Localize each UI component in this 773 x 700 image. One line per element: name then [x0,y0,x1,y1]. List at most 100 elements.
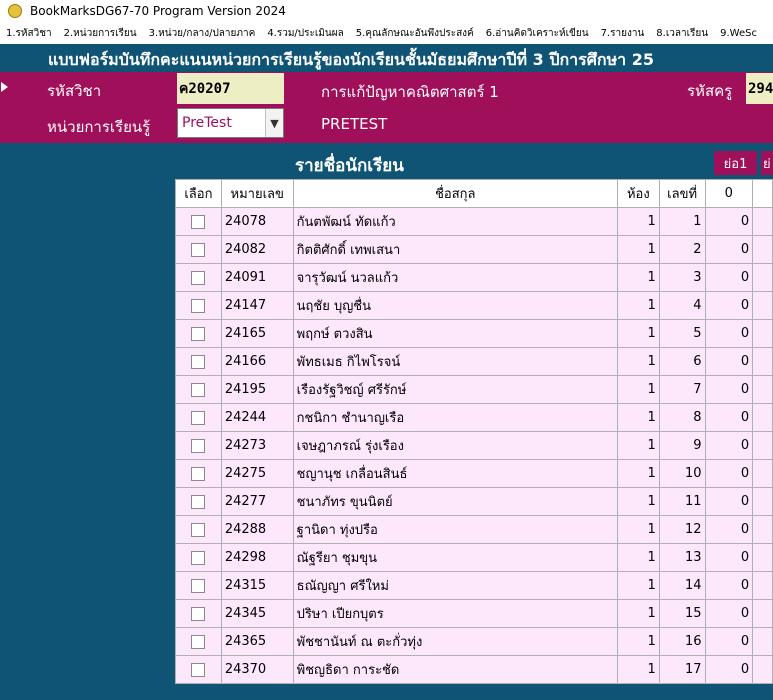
table-row: 24273 เจษฎาภรณ์ รุ่งเรือง 1 9 0 [175,431,773,460]
menu-item-reading-thinking-writing[interactable]: 6.อ่านคิดวิเคราะห์เขียน [486,26,589,41]
menu-item-unit-mid-final[interactable]: 3.หน่วย/กลาง/ปลายภาค [149,26,256,41]
row-checkbox[interactable] [191,438,206,453]
extra-cell[interactable] [752,291,773,320]
extra-cell[interactable] [752,403,773,432]
menu-item-attendance[interactable]: 8.เวลาเรียน [656,26,708,41]
room-cell: 1 [616,627,660,656]
teacher-code-field[interactable]: 294 [746,73,773,104]
row-select-cell[interactable] [175,207,222,236]
score-cell[interactable]: 0 [704,543,754,572]
row-select-cell[interactable] [175,263,222,292]
window-title: BookMarksDG67-70 Program Version 2024 [30,4,286,18]
score-cell[interactable]: 0 [704,487,754,516]
extra-cell[interactable] [752,319,773,348]
extra-cell[interactable] [752,571,773,600]
row-checkbox[interactable] [191,354,206,369]
student-name-cell: ชนาภัทร ขุนนิตย์ [292,487,618,516]
score-cell[interactable]: 0 [704,235,754,264]
row-checkbox[interactable] [191,578,206,593]
row-select-cell[interactable] [175,235,222,264]
menu-item-wesc[interactable]: 9.WeSc [720,28,757,39]
extra-cell[interactable] [752,235,773,264]
shrink1-button[interactable]: ย่อ1 [714,151,757,175]
row-checkbox[interactable] [191,522,206,537]
row-select-cell[interactable] [175,403,222,432]
extra-cell[interactable] [752,459,773,488]
table-header-row: เลือก หมายเลข ชื่อสกุล ห้อง เลขที่ 0 [175,179,773,208]
menu-item-summary-evaluation[interactable]: 4.รวม/ประเมินผล [267,26,343,41]
score-cell[interactable]: 0 [704,571,754,600]
row-checkbox[interactable] [191,382,206,397]
extra-cell[interactable] [752,347,773,376]
row-select-cell[interactable] [175,347,222,376]
extra-cell[interactable] [752,207,773,236]
score-cell[interactable]: 0 [704,403,754,432]
score-cell[interactable]: 0 [704,291,754,320]
menu-item-report[interactable]: 7.รายงาน [601,26,645,41]
row-select-cell[interactable] [175,487,222,516]
row-select-cell[interactable] [175,543,222,572]
extra-cell[interactable] [752,263,773,292]
row-checkbox[interactable] [191,494,206,509]
row-select-cell[interactable] [175,599,222,628]
row-checkbox[interactable] [191,634,206,649]
row-checkbox[interactable] [191,214,206,229]
extra-cell[interactable] [752,375,773,404]
row-select-cell[interactable] [175,319,222,348]
table-row: 24345 ปริษา เปียกบุตร 1 15 0 [175,599,773,628]
student-id-cell: 24370 [220,655,294,684]
student-name-cell: จารุวัฒน์ นวลแก้ว [292,263,618,292]
room-cell: 1 [616,403,660,432]
score-cell[interactable]: 0 [704,627,754,656]
student-name-cell: นฤชัย บุญชื่น [292,291,618,320]
row-select-cell[interactable] [175,515,222,544]
row-select-cell[interactable] [175,571,222,600]
row-select-cell[interactable] [175,375,222,404]
row-checkbox[interactable] [191,270,206,285]
score-cell[interactable]: 0 [704,263,754,292]
extra-cell[interactable] [752,627,773,656]
learning-unit-label: หน่วยการเรียนรู้ [47,118,151,136]
row-select-cell[interactable] [175,655,222,684]
score-cell[interactable]: 0 [704,431,754,460]
row-select-cell[interactable] [175,291,222,320]
row-checkbox[interactable] [191,550,206,565]
score-cell[interactable]: 0 [704,459,754,488]
row-checkbox[interactable] [191,242,206,257]
score-cell[interactable]: 0 [704,599,754,628]
extra-cell[interactable] [752,543,773,572]
row-checkbox[interactable] [191,410,206,425]
row-checkbox[interactable] [191,298,206,313]
row-select-cell[interactable] [175,459,222,488]
room-cell: 1 [616,235,660,264]
subject-code-field[interactable]: ค20207 [177,73,284,104]
chevron-down-icon[interactable]: ▼ [265,109,283,137]
extra-cell[interactable] [752,487,773,516]
score-cell[interactable]: 0 [704,319,754,348]
menu-item-desired-characteristics[interactable]: 5.คุณลักษณะอันพึงประสงค์ [356,26,474,41]
unit-name-text: PRETEST [321,115,388,133]
score-cell[interactable]: 0 [704,655,754,684]
number-cell: 17 [658,655,706,684]
row-select-cell[interactable] [175,431,222,460]
row-checkbox[interactable] [191,606,206,621]
room-cell: 1 [616,571,660,600]
row-checkbox[interactable] [191,326,206,341]
score-cell[interactable]: 0 [704,207,754,236]
student-name-cell: พัชชานันท์ ณ ตะกั่วทุ่ง [292,627,618,656]
extra-cell[interactable] [752,599,773,628]
extra-cell[interactable] [752,515,773,544]
shrink2-button[interactable]: ย่ [761,151,773,175]
score-cell[interactable]: 0 [704,375,754,404]
score-cell[interactable]: 0 [704,347,754,376]
extra-cell[interactable] [752,655,773,684]
menu-item-learning-unit[interactable]: 2.หน่วยการเรียน [64,26,137,41]
row-checkbox[interactable] [191,662,206,677]
score-cell[interactable]: 0 [704,515,754,544]
learning-unit-select[interactable]: PreTest ▼ [177,108,284,138]
menu-item-subject-code[interactable]: 1.รหัสวิชา [6,26,52,41]
row-checkbox[interactable] [191,466,206,481]
row-select-cell[interactable] [175,627,222,656]
student-name-cell: พิชญธิดา การะชัด [292,655,618,684]
extra-cell[interactable] [752,431,773,460]
